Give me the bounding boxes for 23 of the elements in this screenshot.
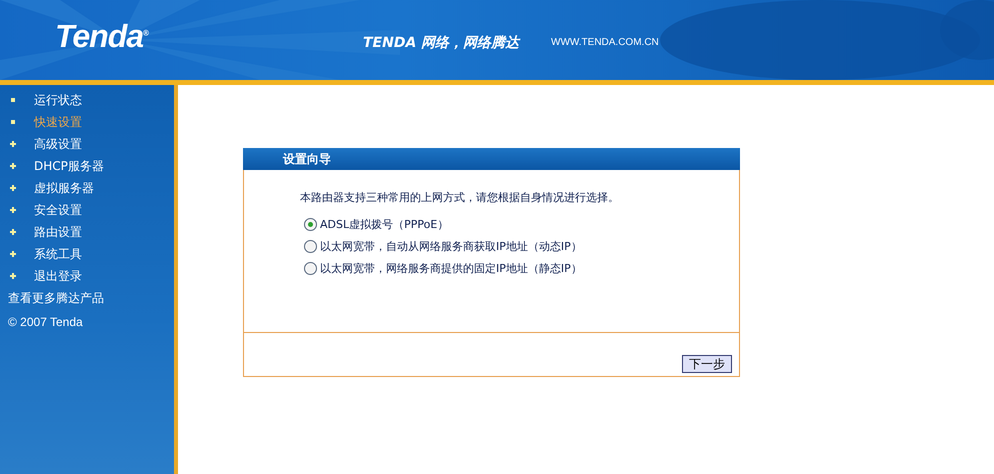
more-products-link[interactable]: 查看更多腾达产品 [0,287,174,309]
menu-item[interactable]: 系统工具 [34,246,82,262]
menu-item[interactable]: 高级设置 [34,136,82,152]
website-url: WWW.TENDA.COM.CN [551,37,659,48]
menu-item[interactable]: 安全设置 [34,202,82,218]
radio-button[interactable] [304,262,317,274]
option-label: 以太网宽带，网络服务商提供的固定IP地址（静态IP） [320,260,582,276]
radio-button[interactable] [304,218,317,230]
menu-item[interactable]: 虚拟服务器 [34,180,94,196]
menu-item[interactable]: DHCP服务器 [34,158,104,174]
logo: Tenda$^{®}$ [55,18,148,55]
menu-item[interactable]: 运行状态 [34,92,82,108]
slogan: TENDA 网络，网络腾达 [363,34,520,52]
option-label: 以太网宽带，自动从网络服务商获取IP地址（动态IP） [320,238,582,254]
intro-text: 本路由器支持三种常用的上网方式，请您根据自身情况进行选择。 [300,190,620,205]
radio-button[interactable] [304,240,317,252]
menu-item[interactable]: 路由设置 [34,224,82,240]
next-button[interactable]: 下一步 [682,355,732,373]
panel-title: 设置向导 [243,148,740,170]
option-label: ADSL虚拟拨号（PPPoE） [320,216,448,232]
copyright: © 2007 Tenda [7,314,84,329]
menu-item[interactable]: 退出登录 [34,268,82,284]
menu-item[interactable]: 快速设置 [34,114,82,130]
